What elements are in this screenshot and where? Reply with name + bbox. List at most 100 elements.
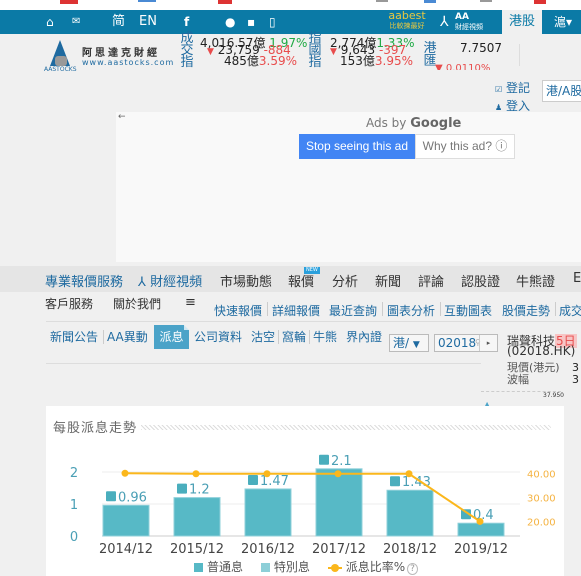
sparkline-value: 37.950	[543, 392, 564, 399]
bar-data-label: 0.96	[118, 490, 147, 505]
hsi-label[interactable]: 成 交 指	[180, 32, 194, 69]
logo-url: www.aastocks.com	[82, 58, 175, 67]
about-us-link[interactable]: 關於我們	[113, 295, 161, 312]
tab-news-announcements[interactable]: 新聞公告	[50, 328, 98, 345]
data-label-icon	[390, 476, 400, 487]
tab-company-profile[interactable]: 公司資料	[194, 328, 242, 345]
hsi-volume-row: 485億3.59%	[224, 54, 297, 68]
stock-code-value: 02018	[438, 336, 477, 350]
tab-dividend[interactable]: 派息	[154, 325, 189, 349]
price-trend-link[interactable]: 股價走勢	[502, 302, 550, 319]
tab-inline-warrants[interactable]: 界內證	[346, 328, 382, 345]
x-tick-label: 2017/12	[312, 542, 366, 557]
dividend-chart-card: 每股派息走勢 0 1 2 20.00 30.00 40.00 0.96 2014/12 1.2 2…	[46, 406, 564, 576]
y-right-tick-label: 40.00	[527, 470, 556, 481]
x-tick-label: 2015/12	[170, 542, 224, 557]
divider	[103, 330, 104, 344]
china-index-label[interactable]: 指 國 指	[308, 32, 322, 69]
payout-ratio-point	[476, 517, 484, 525]
market-select[interactable]: 港/A股	[542, 80, 581, 102]
facebook-icon[interactable]: f	[184, 14, 189, 30]
stop-seeing-ad-button[interactable]: Stop seeing this ad	[299, 134, 415, 159]
strip-mark	[60, 0, 78, 4]
register-label: 登記	[506, 81, 531, 95]
nav-analysis[interactable]: 分析	[332, 271, 358, 290]
payout-ratio-point	[121, 469, 129, 477]
x-tick-label: 2016/12	[241, 542, 295, 557]
aastocks-logo[interactable]: AASTOCKS 阿思達克財經 www.aastocks.com	[44, 40, 173, 73]
top-navbar: ⌂ ✉ 简 EN f ● ▪ ▯ aabest 比較揀最好 ⅄ AA 財經視頻 …	[0, 10, 581, 34]
nav-finance-video-label: 財經視頻	[150, 275, 203, 290]
bar-regular-dividend	[315, 468, 363, 537]
main-nav: 專業報價服務 ⅄ 財經視頻 市場動態 報價 NEW 分析 新聞 評論 認股證 牛熊…	[0, 266, 581, 292]
menu-icon[interactable]: ≡	[185, 295, 196, 310]
nav-warrants[interactable]: 認股證	[461, 271, 500, 290]
divider	[278, 330, 279, 344]
aabest-logo[interactable]: aabest 比較揀最好	[385, 10, 429, 33]
tab-hk-stocks[interactable]: 港股	[502, 10, 542, 34]
bar-data-label: 1.2	[189, 483, 210, 498]
y-left-tick-label: 0	[70, 530, 78, 545]
legend-regular-dividend[interactable]: 普通息	[194, 560, 243, 574]
ads-by-label: Ads by	[366, 116, 407, 130]
bar-regular-dividend	[386, 489, 434, 537]
divider	[440, 302, 441, 316]
interactive-chart-link[interactable]: 互動圖表	[444, 302, 492, 319]
bar-data-label: 1.47	[260, 474, 289, 489]
data-label-icon	[177, 483, 187, 494]
nav-news[interactable]: 新聞	[375, 271, 401, 290]
x-tick-label: 2014/12	[99, 542, 153, 557]
nav-cbbc[interactable]: 牛熊證	[516, 271, 555, 290]
customer-service-link[interactable]: 客戶服務	[45, 295, 93, 312]
english-link[interactable]: EN	[139, 13, 157, 31]
legend-swatch	[260, 563, 270, 572]
simplified-chinese-link[interactable]: 简	[112, 13, 125, 31]
hsi-volume-pct: 3.59%	[258, 54, 298, 68]
home-icon[interactable]: ⌂	[46, 14, 54, 30]
down-arrow-icon: ▼	[330, 47, 337, 57]
back-arrow-icon[interactable]: ←	[118, 112, 126, 122]
data-label-icon	[106, 491, 116, 502]
help-icon[interactable]: ?	[407, 563, 418, 575]
legend-payout-ratio[interactable]: 派息比率%?	[327, 560, 418, 575]
register-link[interactable]: ☑ 登記	[495, 80, 530, 98]
market-dropdown[interactable]: 港/ ▼	[389, 334, 429, 352]
y-right-tick-label: 30.00	[527, 494, 556, 505]
detailed-quote-link[interactable]: 詳細報價	[272, 302, 320, 319]
user-icon: ♟	[495, 103, 503, 112]
android-icon[interactable]: ▪	[247, 14, 255, 30]
chart-analysis-link[interactable]: 圖表分析	[387, 302, 435, 319]
nav-etf[interactable]: ETF	[573, 271, 581, 286]
mobile-icon[interactable]: ▯	[269, 14, 276, 30]
ad-panel: ← Ads by Google Stop seeing this ad Why …	[116, 112, 581, 262]
chevron-down-icon: ▼	[412, 340, 420, 350]
data-label-icon	[248, 474, 258, 485]
go-button[interactable]: ▸	[479, 335, 497, 351]
divider	[309, 330, 310, 344]
stock-code-input[interactable]: 02018 ⚲ ▸	[434, 334, 498, 352]
nav-finance-video[interactable]: ⅄ 財經視頻	[138, 271, 202, 290]
tab-warrants[interactable]: 窩輪	[282, 328, 306, 345]
aatv-logo[interactable]: ⅄ AA 財經視頻	[440, 12, 495, 32]
tab-aa-movement[interactable]: AA異動	[107, 328, 148, 345]
payout-ratio-point	[263, 470, 271, 478]
recent-query-link[interactable]: 最近查詢	[329, 302, 377, 319]
nav-commentary[interactable]: 評論	[418, 271, 444, 290]
tab-shanghai[interactable]: 滬▾	[548, 10, 581, 34]
nav-quotes[interactable]: 報價 NEW	[288, 267, 320, 290]
nav-pro-quote[interactable]: 專業報價服務	[45, 271, 123, 290]
tab-cbbc[interactable]: 牛熊	[313, 328, 337, 345]
why-this-ad-button[interactable]: Why this ad? ⓘ	[415, 134, 515, 159]
legend-special-dividend[interactable]: 特別息	[260, 560, 310, 574]
logo-wordmark: AASTOCKS	[44, 66, 77, 73]
new-badge: NEW	[304, 267, 320, 274]
nav-market-dynamics[interactable]: 市場動態	[220, 271, 272, 290]
stock-code: (02018.HK)	[507, 344, 576, 358]
hkd-fx-value: 7.7507	[460, 41, 502, 55]
mail-icon[interactable]: ✉	[72, 14, 80, 30]
turnover-link[interactable]: 成交	[559, 302, 581, 319]
quick-quote-link[interactable]: 快速報價	[214, 302, 262, 319]
legend-label: 派息比率%	[345, 560, 406, 574]
apple-icon[interactable]: ●	[225, 14, 235, 30]
tab-short-selling[interactable]: 沽空	[251, 328, 275, 345]
